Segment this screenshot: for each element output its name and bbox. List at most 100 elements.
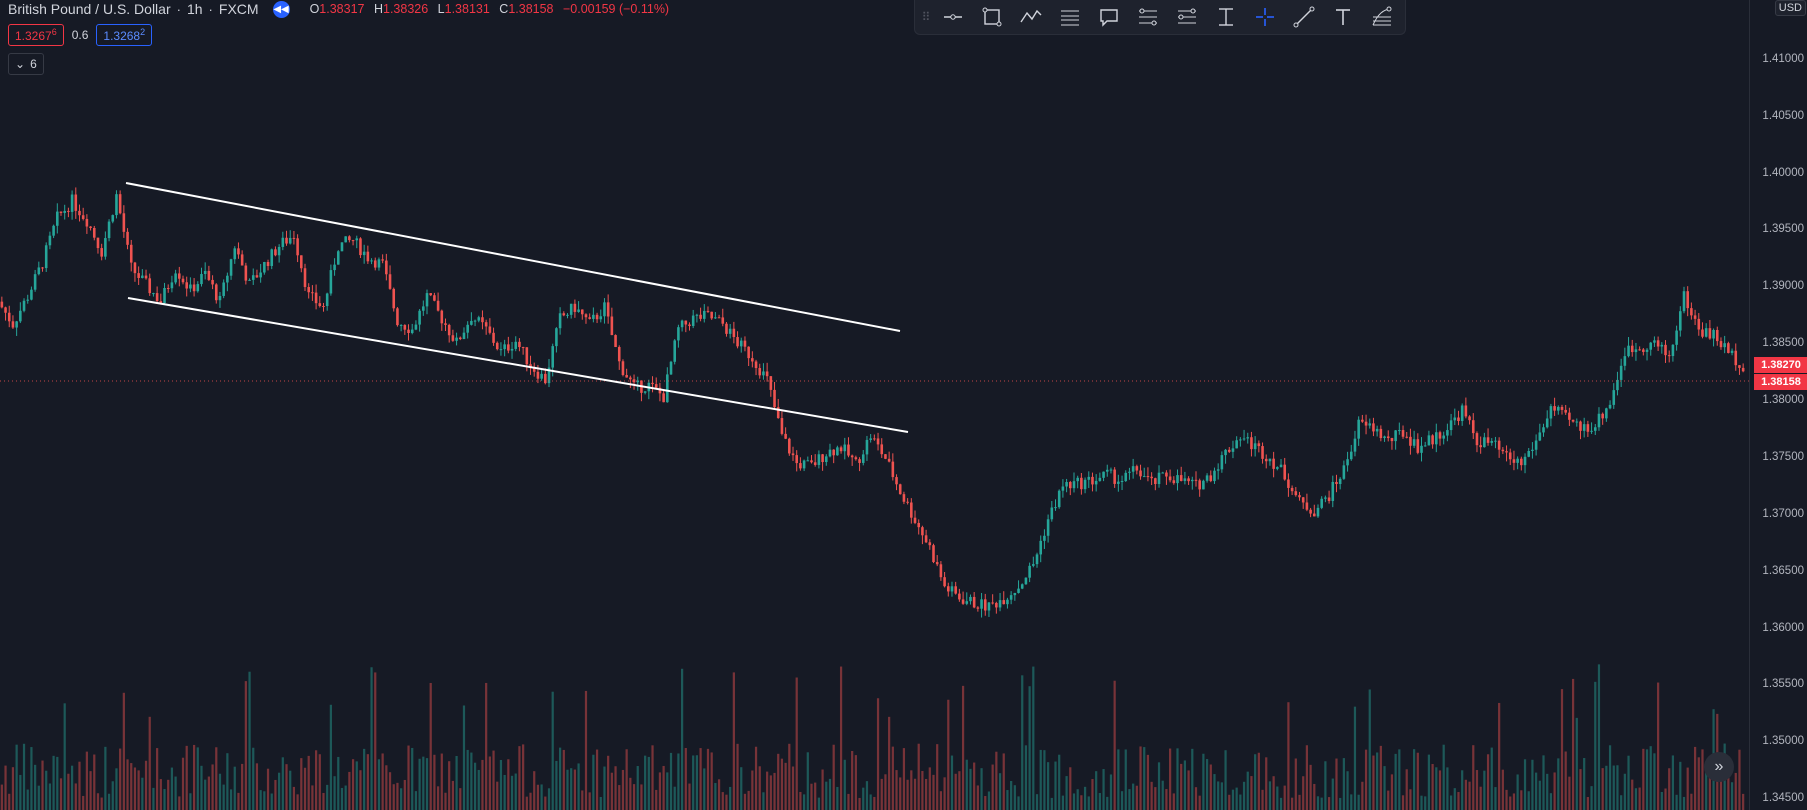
pitchfork-icon[interactable] — [1050, 0, 1089, 35]
volume-bar — [1209, 764, 1212, 810]
volume-bar — [839, 666, 843, 810]
fib-retracement-icon[interactable] — [1128, 0, 1167, 35]
candle-body — [89, 226, 92, 228]
axis-label: 1.35500 — [1762, 678, 1804, 690]
indicators-collapse-button[interactable]: ⌄ 6 — [8, 53, 44, 75]
candle-body — [910, 502, 913, 518]
volume-bar — [984, 796, 987, 810]
candle-body — [758, 368, 762, 376]
price-axis[interactable]: USD 1.41000 1.40500 1.40000 1.39500 1.39… — [1749, 0, 1807, 810]
volume-bar — [924, 778, 928, 810]
rectangle-icon[interactable] — [972, 0, 1011, 35]
volume-bar — [152, 787, 155, 810]
fib-fan-icon[interactable] — [1362, 0, 1401, 35]
volume-bar — [229, 789, 233, 810]
price-range-icon[interactable] — [1206, 0, 1245, 35]
volume-bar — [226, 753, 229, 810]
candle-body — [1146, 476, 1150, 478]
path-icon[interactable] — [1011, 0, 1050, 35]
candle-body — [1335, 481, 1338, 485]
volume-bar — [222, 784, 225, 810]
volume-bar — [422, 756, 425, 810]
candle-body — [322, 306, 325, 308]
candle-body — [1741, 367, 1745, 372]
volume-bar — [1549, 793, 1553, 810]
exchange-label: FXCM — [218, 1, 259, 17]
candle-body — [1442, 435, 1445, 439]
volume-bar — [1742, 793, 1745, 810]
horizontal-ray-icon[interactable] — [933, 0, 972, 35]
candle-body — [1490, 440, 1494, 443]
volume-bar — [329, 704, 332, 810]
candle-body — [1664, 344, 1667, 356]
candle-body — [662, 393, 665, 403]
candle-body — [1423, 445, 1427, 447]
price-chart[interactable] — [0, 0, 1749, 810]
candle-body — [78, 210, 81, 216]
volume-bar — [1590, 786, 1593, 810]
candle-body — [1601, 413, 1604, 419]
candle-body — [1120, 481, 1124, 483]
candlestick-series — [0, 187, 1745, 618]
currency-selector[interactable]: USD — [1774, 0, 1806, 16]
volume-bar — [82, 795, 85, 810]
sell-button[interactable]: 1.32676 — [8, 24, 64, 46]
candle-body — [200, 274, 203, 285]
candle-body — [4, 307, 7, 313]
volume-bar — [207, 776, 210, 810]
candle-body — [166, 287, 170, 289]
candle-body — [806, 460, 810, 462]
volume-bar — [721, 792, 724, 810]
volume-bar — [1387, 790, 1390, 810]
volume-bar — [1076, 789, 1079, 810]
candle-body — [126, 231, 129, 245]
candle-body — [155, 293, 159, 302]
volume-bar — [1072, 793, 1076, 810]
volume-bar — [366, 754, 369, 810]
volume-bar — [706, 748, 710, 810]
interval-label[interactable]: 1h — [187, 1, 203, 17]
volume-bar — [403, 779, 406, 810]
candle-body — [1139, 470, 1142, 477]
candle-body — [1553, 406, 1556, 411]
drag-handle-icon[interactable]: ⠿ — [919, 10, 933, 24]
text-icon[interactable] — [1323, 0, 1362, 35]
volume-bar — [425, 758, 429, 810]
candle-body — [1401, 430, 1405, 437]
volume-bar — [851, 750, 854, 810]
fib-extension-icon[interactable] — [1167, 0, 1206, 35]
replay-icon[interactable]: ◀◀ — [272, 0, 290, 18]
volume-bar — [466, 749, 469, 810]
volume-bar — [411, 747, 414, 810]
crosshair-icon[interactable] — [1245, 0, 1284, 35]
candle-body — [455, 337, 458, 341]
trend-line-icon[interactable] — [1284, 0, 1323, 35]
close-value: 1.38158 — [508, 2, 554, 16]
candle-body — [1494, 440, 1497, 442]
candle-body — [1634, 349, 1638, 353]
callout-icon[interactable] — [1089, 0, 1128, 35]
candle-body — [1305, 502, 1309, 510]
volume-bar — [148, 716, 151, 810]
candle-body — [1645, 349, 1649, 352]
volume-bar — [326, 784, 329, 810]
buy-button[interactable]: 1.32682 — [96, 24, 153, 46]
volume-bar — [1157, 762, 1161, 810]
candle-body — [122, 213, 126, 232]
volume-bar — [1132, 783, 1135, 810]
candle-body — [1431, 435, 1434, 445]
candle-body — [462, 332, 466, 340]
volume-bar — [876, 698, 880, 810]
volume-bar — [1523, 759, 1527, 810]
scroll-to-realtime-button[interactable]: » — [1704, 752, 1734, 782]
candle-body — [1043, 535, 1046, 541]
low-value: 1.38131 — [444, 2, 490, 16]
candle-body — [1068, 482, 1072, 489]
volume-bar — [200, 765, 203, 810]
volume-bar — [1645, 749, 1649, 810]
symbol-name[interactable]: British Pound / U.S. Dollar — [8, 1, 171, 17]
volume-bar — [485, 682, 488, 810]
volume-bar — [703, 768, 706, 810]
volume-bar — [1664, 788, 1667, 810]
channel-lower-trend-line[interactable] — [127, 297, 909, 433]
